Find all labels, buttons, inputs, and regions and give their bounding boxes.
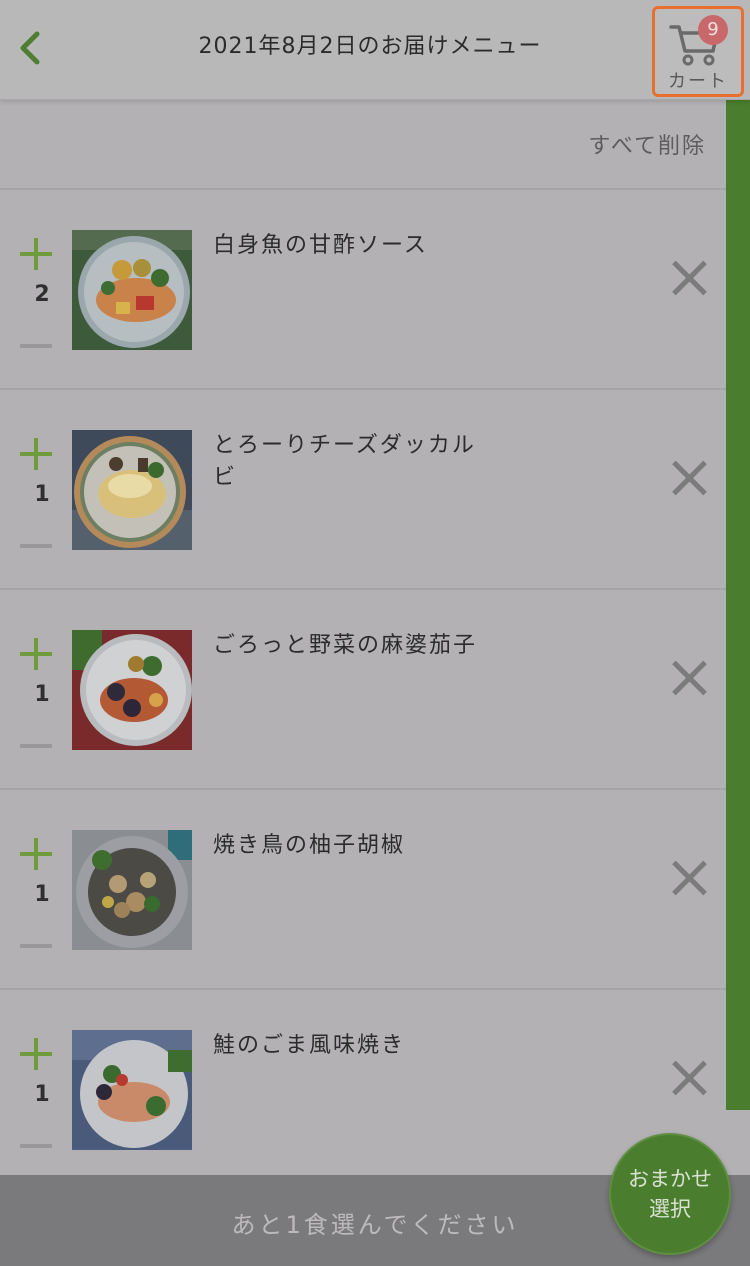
delete-all-button[interactable]: すべて削除: [588, 128, 706, 160]
remove-item-button[interactable]: [671, 260, 707, 296]
dish-name: とろーりチーズダッカルビ: [213, 433, 476, 490]
quantity-plus-button[interactable]: [20, 438, 52, 470]
remove-item-button[interactable]: [671, 660, 707, 696]
quantity-plus-button[interactable]: [20, 838, 52, 870]
quantity-plus-button[interactable]: [20, 1038, 52, 1070]
dish-image-yakitori: [72, 830, 192, 950]
delete-all-row: すべて削除: [0, 100, 726, 190]
dish-image-white-fish: [72, 230, 192, 350]
dish-image-mapo-eggplant: [72, 630, 192, 750]
dish-name: 鮭のごま風味焼き: [213, 1033, 406, 1058]
side-accent-bar: [726, 100, 750, 1110]
quantity-value: 2: [34, 282, 50, 307]
remove-item-button[interactable]: [671, 460, 707, 496]
list-item: 1 鮭のごま風味焼き: [0, 990, 726, 1190]
cart-count-badge: 9: [698, 15, 728, 45]
list-item: 2 白身魚の甘酢ソース: [0, 190, 726, 390]
remove-item-button[interactable]: [671, 1060, 707, 1096]
quantity-minus-button[interactable]: [20, 1144, 52, 1148]
quantity-minus-button[interactable]: [20, 544, 52, 548]
cart-button[interactable]: 9 カート: [652, 6, 744, 97]
dish-image-cheese-dakgalbi: [72, 430, 192, 550]
dish-name: 焼き鳥の柚子胡椒: [213, 833, 406, 858]
quantity-value: 1: [34, 482, 50, 507]
dish-name: 白身魚の甘酢ソース: [213, 233, 428, 258]
quantity-plus-button[interactable]: [20, 238, 52, 270]
cart-item-list: 2 白身魚の甘酢ソース 1 とろーりチーズダッカルビ 1 ごろっと野菜の麻婆茄子…: [0, 190, 726, 1190]
omakase-select-button[interactable]: おまかせ 選択: [609, 1133, 731, 1255]
quantity-minus-button[interactable]: [20, 944, 52, 948]
quantity-value: 1: [34, 882, 50, 907]
dish-name: ごろっと野菜の麻婆茄子: [213, 633, 478, 658]
chevron-left-icon: [20, 31, 40, 65]
dish-image-salmon: [72, 1030, 192, 1150]
back-button[interactable]: [10, 26, 50, 70]
quantity-minus-button[interactable]: [20, 344, 52, 348]
list-item: 1 焼き鳥の柚子胡椒: [0, 790, 726, 990]
quantity-minus-button[interactable]: [20, 744, 52, 748]
cart-label: カート: [668, 71, 728, 92]
quantity-value: 1: [34, 1082, 50, 1107]
page-title: 2021年8月2日のお届けメニュー: [198, 34, 542, 59]
omakase-label-line1: おまかせ: [628, 1167, 712, 1191]
quantity-plus-button[interactable]: [20, 638, 52, 670]
remove-item-button[interactable]: [671, 860, 707, 896]
list-item: 1 ごろっと野菜の麻婆茄子: [0, 590, 726, 790]
list-item: 1 とろーりチーズダッカルビ: [0, 390, 726, 590]
app-header: 2021年8月2日のお届けメニュー 9 カート: [0, 0, 750, 100]
quantity-value: 1: [34, 682, 50, 707]
omakase-label-line2: 選択: [649, 1197, 691, 1221]
